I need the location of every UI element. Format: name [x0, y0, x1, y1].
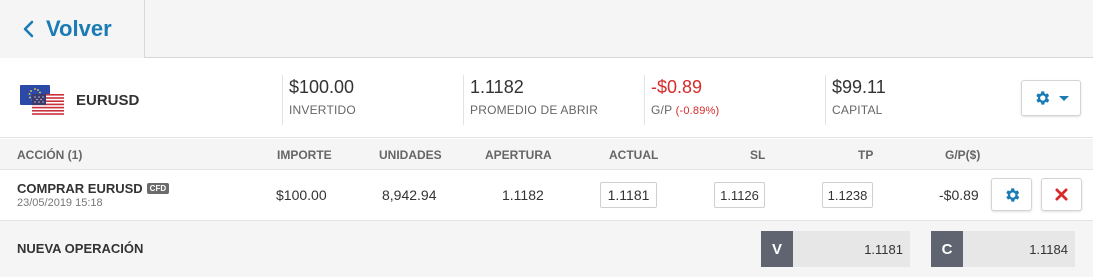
col-tp: TP [858, 148, 874, 162]
stat-invested: $100.00 INVERTIDO [282, 75, 356, 125]
buy-price: 1.1184 [963, 231, 1075, 267]
close-icon [1055, 188, 1068, 201]
avg-open-value: 1.1182 [470, 77, 524, 97]
back-button[interactable]: Volver [0, 0, 145, 58]
caret-down-icon [1059, 95, 1069, 101]
stat-pl: -$0.89 G/P (-0.89%) [644, 75, 719, 125]
col-pl: G/P($) [945, 148, 981, 162]
new-operation-bar: NUEVA OPERACIÓN V 1.1181 C 1.1184 [0, 221, 1093, 277]
pl-percent: (-0.89%) [675, 105, 720, 117]
position-summary: EURUSD $100.00 INVERTIDO 1.1182 PROMEDIO… [0, 59, 1093, 138]
position-action: COMPRAR EURUSD CFD [17, 181, 170, 196]
take-profit-field[interactable]: 1.1238 [822, 182, 873, 208]
equity-label: CAPITAL [832, 103, 883, 117]
col-action: ACCIÓN (1) [17, 148, 83, 162]
sell-button[interactable]: V 1.1181 [761, 231, 910, 267]
col-open: APERTURA [485, 148, 552, 162]
col-sl: SL [750, 148, 766, 162]
pl-value: -$0.89 [651, 77, 703, 97]
sell-price: 1.1181 [793, 231, 910, 267]
position-action-label: COMPRAR EURUSD [17, 181, 143, 196]
buy-letter: C [931, 231, 963, 267]
col-units: UNIDADES [379, 148, 442, 162]
col-amount: IMPORTE [277, 148, 332, 162]
invested-value: $100.00 [289, 77, 355, 97]
gear-icon [1005, 187, 1019, 202]
gear-icon [1036, 91, 1050, 105]
buy-button[interactable]: C 1.1184 [931, 231, 1075, 267]
position-units: 8,942.94 [382, 187, 437, 203]
positions-table-header: ACCIÓN (1) IMPORTE UNIDADES APERTURA ACT… [0, 139, 1093, 170]
new-operation-label: NUEVA OPERACIÓN [17, 241, 144, 256]
cfd-badge: CFD [146, 183, 170, 194]
avg-open-label: PROMEDIO DE ABRIR [470, 103, 599, 117]
invested-label: INVERTIDO [289, 103, 356, 117]
pl-label: G/P (-0.89%) [651, 103, 719, 117]
position-amount: $100.00 [276, 187, 327, 203]
top-bar: Volver [0, 0, 1093, 58]
close-position-button[interactable] [1041, 178, 1082, 211]
col-current: ACTUAL [609, 148, 659, 162]
stat-avg-open: 1.1182 PROMEDIO DE ABRIR [463, 75, 598, 125]
table-row[interactable]: COMPRAR EURUSD CFD 23/05/2019 15:18 $100… [0, 170, 1093, 221]
settings-dropdown-button[interactable] [1021, 80, 1081, 116]
back-label: Volver [46, 16, 112, 41]
position-current[interactable]: 1.1181 [600, 182, 657, 208]
equity-value: $99.11 [832, 77, 886, 97]
position-open: 1.1182 [502, 187, 544, 203]
stat-equity: $99.11 CAPITAL [825, 75, 886, 125]
edit-position-button[interactable] [991, 178, 1032, 211]
position-date: 23/05/2019 15:18 [17, 197, 103, 209]
chevron-left-icon [23, 20, 34, 38]
pl-label-text: G/P [651, 103, 673, 117]
position-pl: -$0.89 [939, 187, 979, 203]
stop-loss-field[interactable]: 1.1126 [714, 182, 765, 208]
sell-letter: V [761, 231, 793, 267]
eu-us-flag-icon [20, 85, 64, 115]
instrument-symbol: EURUSD [76, 92, 140, 109]
